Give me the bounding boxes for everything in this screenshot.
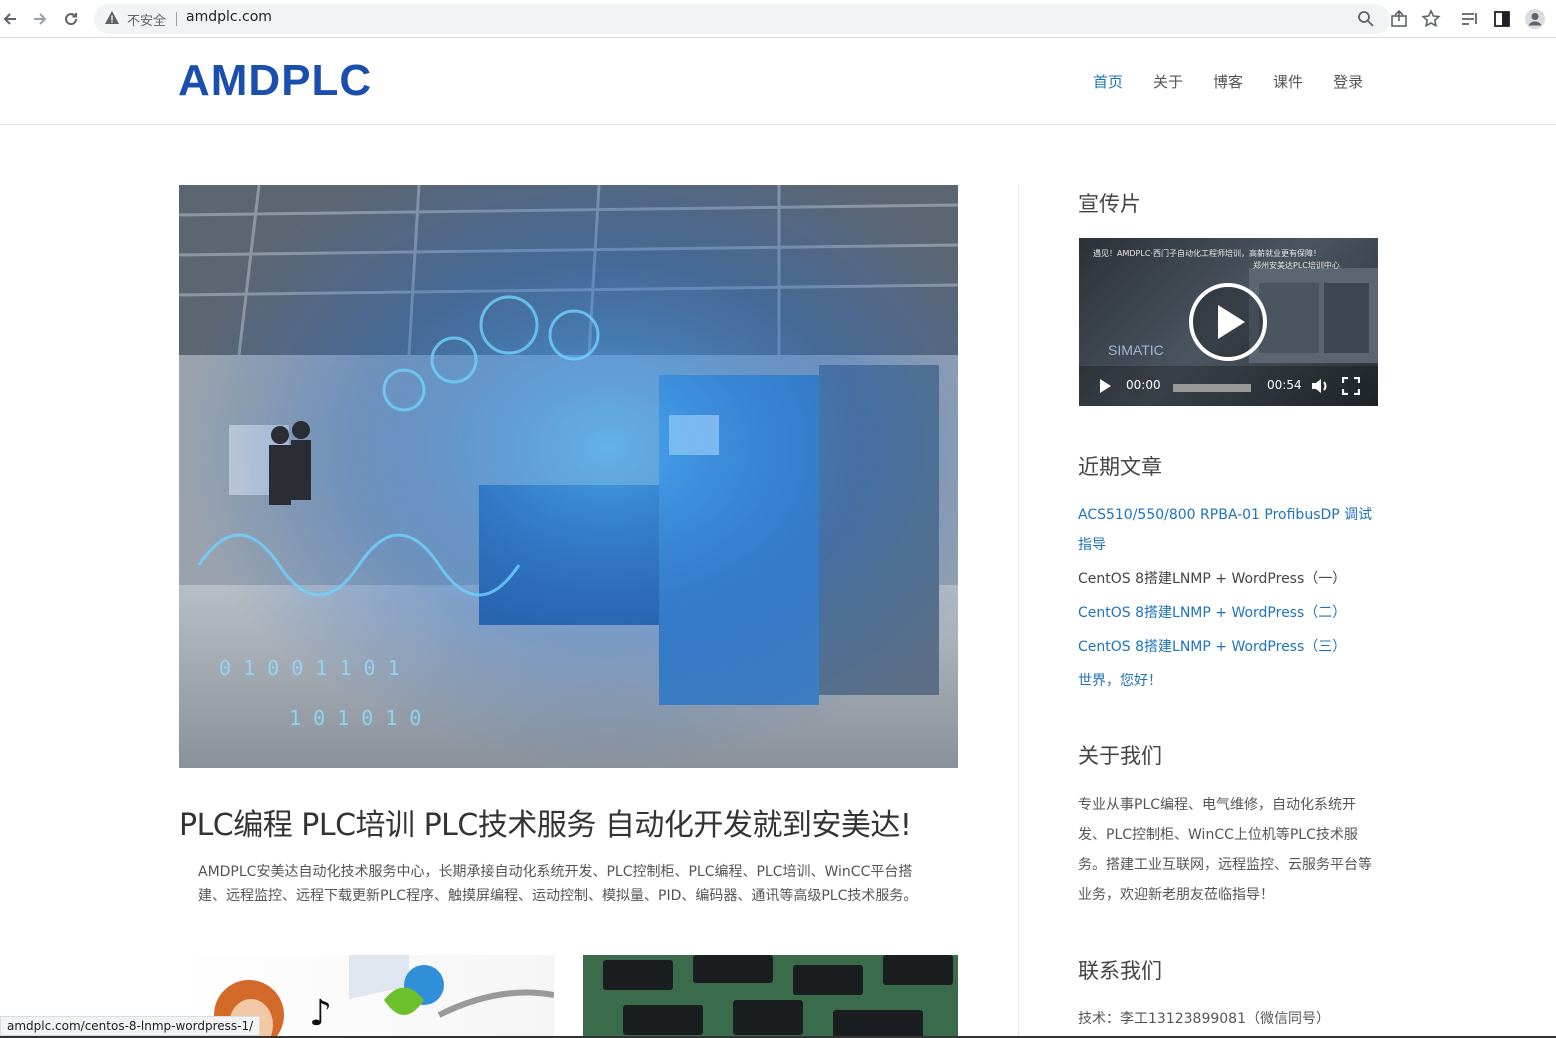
divider bbox=[176, 12, 177, 26]
video-progress-rail[interactable] bbox=[1173, 384, 1251, 392]
column-divider bbox=[1018, 185, 1019, 1038]
video-caption: 遇见！AMDPLC·西门子自动化工程师培训，高薪就业更有保障！ 郑州安美达PLC… bbox=[1093, 248, 1340, 272]
site-header: AMDPLC 首页 关于 博客 课件 登录 bbox=[0, 38, 1556, 125]
svg-text:0 1 0 0 1 1 0 1: 0 1 0 0 1 1 0 1 bbox=[219, 656, 400, 680]
recent-post-link[interactable]: ACS510/550/800 RPBA-01 ProfibusDP 调试指导 bbox=[1078, 500, 1378, 560]
post-excerpt: AMDPLC安美达自动化技术服务中心，长期承接自动化系统开发、PLC控制柜、PL… bbox=[198, 864, 918, 904]
widget-title-contact: 联系我们 bbox=[1078, 959, 1162, 983]
hero-image[interactable]: 0 1 0 0 1 1 0 1 1 0 1 0 1 0 bbox=[179, 185, 958, 768]
video-duration: 00:54 bbox=[1267, 378, 1302, 392]
post-title[interactable]: PLC编程 PLC培训 PLC技术服务 自动化开发就到安美达! bbox=[179, 800, 912, 844]
menu-item-about[interactable]: 关于 bbox=[1153, 71, 1183, 92]
svg-text:1 0 1 0 1 0: 1 0 1 0 1 0 bbox=[289, 706, 421, 730]
status-bar-url: amdplc.com/centos-8-lnmp-wordpress-1/ bbox=[0, 1016, 261, 1036]
address-bar[interactable]: 不安全 amdplc.com bbox=[94, 4, 1390, 34]
big-play-icon[interactable] bbox=[1187, 281, 1269, 363]
menu-item-courseware[interactable]: 课件 bbox=[1273, 71, 1303, 92]
promo-video-player[interactable]: 遇见！AMDPLC·西门子自动化工程师培训，高薪就业更有保障！ 郑州安美达PLC… bbox=[1079, 238, 1378, 406]
video-current-time: 00:00 bbox=[1126, 378, 1161, 392]
browser-toolbar: 不安全 amdplc.com bbox=[0, 0, 1556, 38]
widget-title-video: 宣传片 bbox=[1078, 192, 1141, 216]
widget-title-about: 关于我们 bbox=[1078, 744, 1162, 768]
side-panel-icon[interactable] bbox=[1491, 8, 1513, 30]
video-caption-line: 郑州安美达PLC培训中心 bbox=[1253, 261, 1340, 270]
recent-post-link[interactable]: CentOS 8搭建LNMP + WordPress（一） bbox=[1078, 564, 1378, 594]
widget-title-recent-posts: 近期文章 bbox=[1078, 455, 1162, 479]
menu-item-home[interactable]: 首页 bbox=[1093, 71, 1123, 92]
forward-arrow-icon[interactable] bbox=[28, 8, 50, 30]
reload-icon[interactable] bbox=[60, 8, 82, 30]
recent-post-link[interactable]: CentOS 8搭建LNMP + WordPress（三） bbox=[1078, 632, 1378, 662]
play-icon[interactable] bbox=[1097, 378, 1113, 394]
url-text[interactable]: amdplc.com bbox=[186, 9, 272, 25]
contact-line: 技术：李工13123899081（微信同号） bbox=[1078, 1011, 1330, 1027]
recent-post-link[interactable]: CentOS 8搭建LNMP + WordPress（二） bbox=[1078, 598, 1378, 628]
svg-text:♪: ♪ bbox=[309, 993, 332, 1034]
recent-post-link[interactable]: 世界，您好！ bbox=[1078, 666, 1378, 696]
post-thumbnail[interactable] bbox=[583, 955, 958, 1038]
recent-posts-list: ACS510/550/800 RPBA-01 ProfibusDP 调试指导 C… bbox=[1078, 500, 1378, 696]
volume-icon[interactable] bbox=[1310, 377, 1330, 395]
security-label[interactable]: 不安全 bbox=[127, 10, 166, 29]
warning-icon bbox=[105, 11, 119, 24]
main-menu: 首页 关于 博客 课件 登录 bbox=[1093, 71, 1363, 92]
video-controls: 00:00 00:54 bbox=[1079, 366, 1378, 406]
menu-item-login[interactable]: 登录 bbox=[1333, 71, 1363, 92]
reading-list-icon[interactable] bbox=[1459, 8, 1481, 30]
site-logo[interactable]: AMDPLC bbox=[178, 56, 372, 106]
video-caption-line: 遇见！AMDPLC·西门子自动化工程师培训，高薪就业更有保障！ bbox=[1093, 249, 1321, 258]
about-text: 专业从事PLC编程、电气维修，自动化系统开发、PLC控制柜、WinCC上位机等P… bbox=[1078, 797, 1372, 903]
fullscreen-icon[interactable] bbox=[1342, 377, 1360, 395]
share-icon[interactable] bbox=[1388, 8, 1410, 30]
star-icon[interactable] bbox=[1420, 8, 1442, 30]
menu-item-blog[interactable]: 博客 bbox=[1213, 71, 1243, 92]
search-icon[interactable] bbox=[1356, 9, 1376, 29]
video-brand-text: SIMATIC bbox=[1108, 342, 1164, 358]
profile-avatar-icon[interactable] bbox=[1524, 8, 1546, 30]
back-arrow-icon[interactable] bbox=[0, 8, 22, 30]
